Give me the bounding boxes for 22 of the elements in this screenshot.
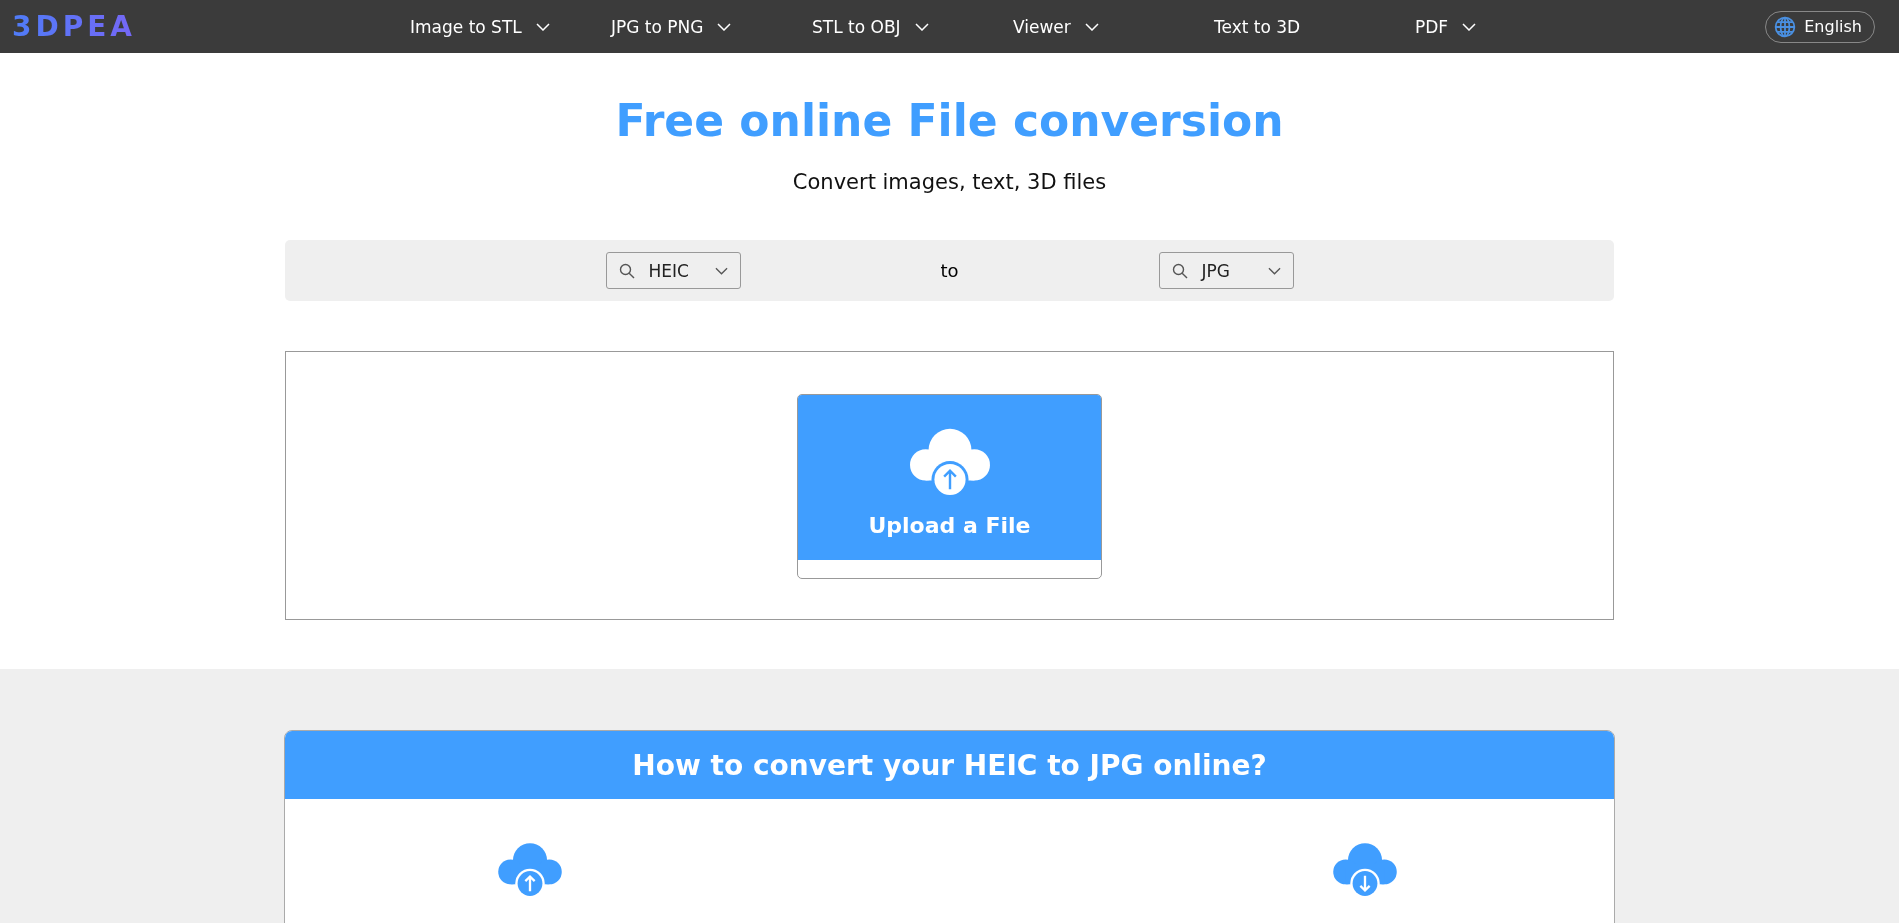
nav-link[interactable]: PDF bbox=[1415, 16, 1616, 37]
chevron-down-icon bbox=[714, 266, 728, 275]
page-subtitle: Convert images, text, 3D files bbox=[792, 170, 1107, 194]
chevron-down-icon bbox=[535, 22, 550, 31]
nav-link[interactable]: Viewer bbox=[1013, 16, 1214, 37]
chevron-down-icon bbox=[717, 22, 732, 31]
nav-link[interactable]: JPG to PNG bbox=[611, 16, 812, 37]
page-title: Free online File conversion bbox=[615, 95, 1284, 146]
search-icon bbox=[1171, 262, 1188, 279]
chevron-down-icon bbox=[914, 22, 929, 31]
nav-link[interactable]: STL to OBJ bbox=[812, 16, 1013, 37]
chevron-down-icon bbox=[1084, 22, 1099, 31]
howto-heading: How to convert your HEIC to JPG online? bbox=[285, 731, 1614, 799]
format-dropdown[interactable]: JPG bbox=[1158, 252, 1294, 289]
search-icon bbox=[618, 262, 635, 279]
chevron-down-icon bbox=[1462, 22, 1477, 31]
globe-icon bbox=[1774, 15, 1797, 38]
chevron-down-icon bbox=[1267, 266, 1281, 275]
nav-link[interactable]: Image to STL bbox=[410, 16, 611, 37]
to-label: to bbox=[939, 260, 960, 281]
nav-link[interactable]: Text to 3D bbox=[1214, 16, 1415, 37]
format-dropdown[interactable]: HEIC bbox=[605, 252, 741, 289]
